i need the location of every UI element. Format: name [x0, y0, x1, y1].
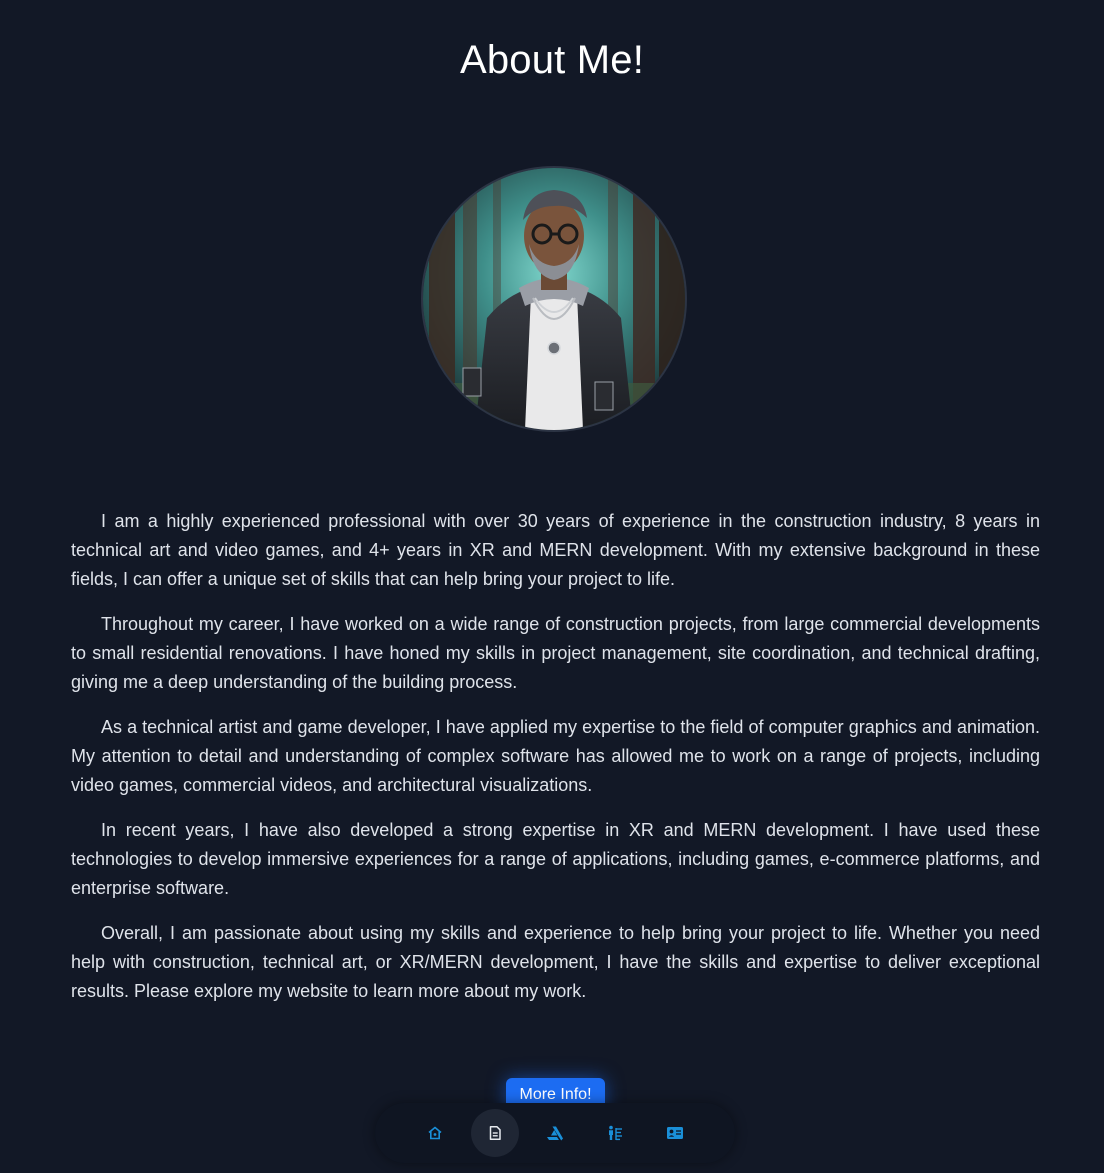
dock-item-about[interactable]	[471, 1109, 519, 1157]
bio-paragraph-1: I am a highly experienced professional w…	[71, 511, 1040, 589]
about-page: About Me! I am a highly experienced prof…	[0, 0, 1104, 1173]
dock-item-artstation[interactable]	[531, 1109, 579, 1157]
bio-paragraph-5: Overall, I am passionate about using my …	[71, 923, 1040, 1001]
skills-icon	[609, 1125, 622, 1141]
bio-paragraph-4: In recent years, I have also developed a…	[71, 820, 1040, 898]
document-icon	[489, 1126, 501, 1140]
dock-item-home[interactable]	[411, 1109, 459, 1157]
dock-item-contact[interactable]	[651, 1109, 699, 1157]
bottom-dock-nav	[375, 1103, 735, 1163]
bio-section: I am a highly experienced professional w…	[71, 507, 1040, 1022]
avatar-portrait-image	[423, 168, 685, 430]
avatar	[421, 166, 687, 432]
page-title: About Me!	[459, 38, 645, 82]
dock-item-skills[interactable]	[591, 1109, 639, 1157]
contact-card-icon	[667, 1127, 683, 1139]
home-icon	[428, 1126, 442, 1140]
bio-paragraph-2: Throughout my career, I have worked on a…	[71, 614, 1040, 692]
bio-paragraph-3: As a technical artist and game developer…	[71, 717, 1040, 795]
artstation-icon	[547, 1126, 563, 1141]
